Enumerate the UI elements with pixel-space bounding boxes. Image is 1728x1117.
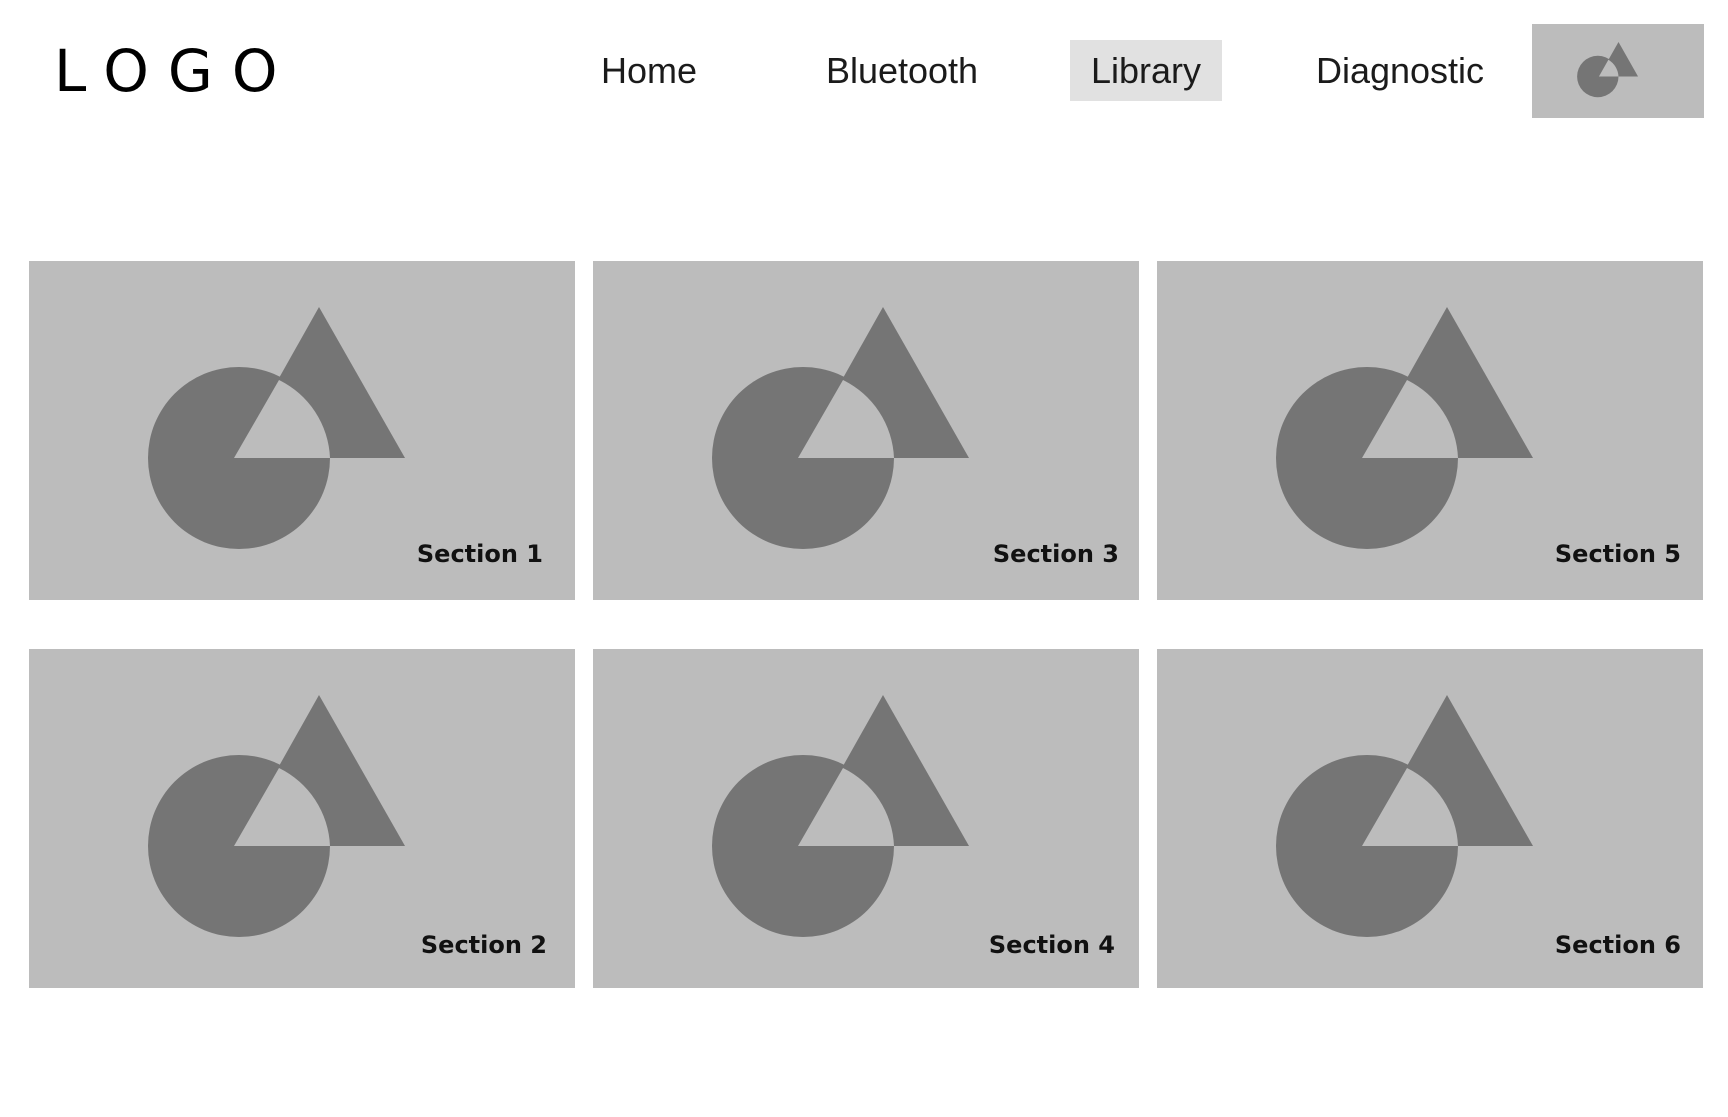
- section-label: Section 1: [416, 540, 543, 568]
- main-nav: Home Bluetooth Library Diagnostic: [0, 40, 1728, 101]
- nav-item-diagnostic[interactable]: Diagnostic: [1306, 40, 1494, 101]
- section-card-3[interactable]: Section 3: [593, 261, 1139, 600]
- image-placeholder-icon: [1577, 42, 1639, 98]
- section-card-4[interactable]: Section 4: [593, 649, 1139, 988]
- nav-item-bluetooth[interactable]: Bluetooth: [816, 40, 988, 101]
- section-card-1[interactable]: Section 1: [29, 261, 575, 600]
- section-label: Section 3: [992, 540, 1119, 568]
- section-label: Section 4: [988, 931, 1115, 959]
- section-label: Section 2: [420, 931, 547, 959]
- section-label: Section 5: [1554, 540, 1681, 568]
- profile-image-button[interactable]: [1532, 24, 1704, 118]
- section-card-6[interactable]: Section 6: [1157, 649, 1703, 988]
- nav-item-library[interactable]: Library: [1070, 40, 1222, 101]
- section-card-5[interactable]: Section 5: [1157, 261, 1703, 600]
- nav-item-home[interactable]: Home: [588, 40, 710, 101]
- section-label: Section 6: [1554, 931, 1681, 959]
- section-card-2[interactable]: Section 2: [29, 649, 575, 988]
